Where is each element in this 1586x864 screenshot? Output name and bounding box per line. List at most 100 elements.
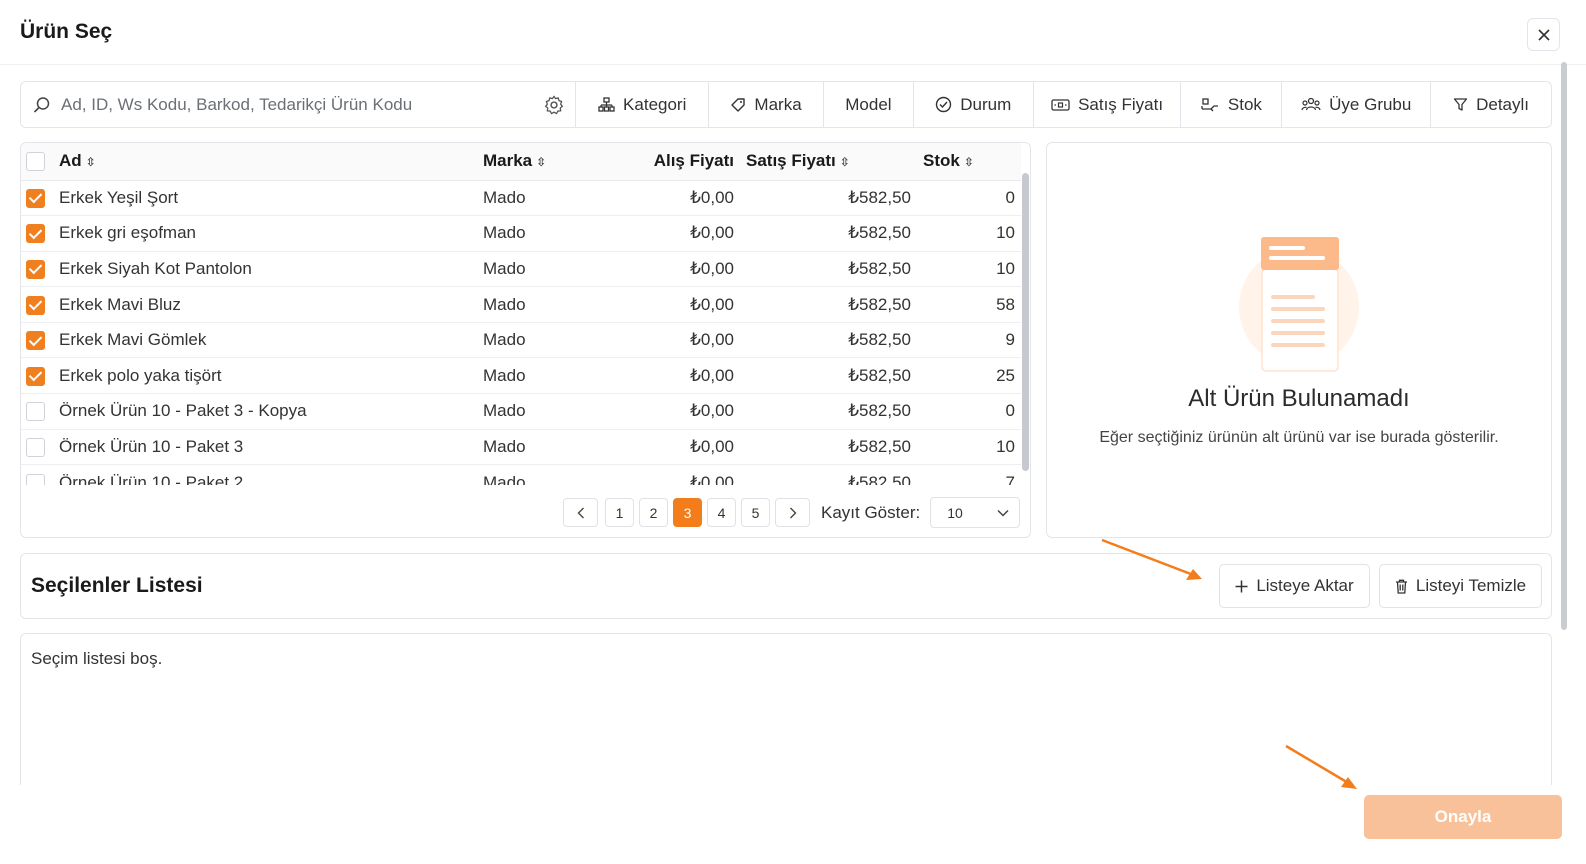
cell-marka: Mado <box>477 286 604 323</box>
row-checkbox[interactable] <box>26 402 45 422</box>
column-header-ad[interactable]: Ad ⇳ <box>53 143 477 181</box>
row-checkbox-cell <box>21 286 53 323</box>
selected-list-header: Seçilenler Listesi Listeye Aktar Listeyi… <box>20 553 1552 619</box>
product-table-viewport[interactable]: Ad ⇳ Marka ⇳ Alış Fiyatı Satış Fiyatı ⇳ Sto… <box>21 143 1021 485</box>
cell-alis-fiyati: ₺0,00 <box>604 357 740 395</box>
plus-icon <box>1235 580 1248 592</box>
records-per-page-label: Kayıt Göster: <box>821 502 921 522</box>
column-header-marka[interactable]: Marka ⇳ <box>477 143 604 181</box>
cell-marka: Mado <box>477 357 604 395</box>
filter-model-label: Model <box>845 94 892 114</box>
table-row[interactable]: Örnek Ürün 10 - Paket 2 Mado ₺0,00 ₺582,50 7 <box>21 464 1021 485</box>
search-input[interactable] <box>61 94 544 115</box>
column-header-satis-fiyati[interactable]: Satış Fiyatı ⇳ <box>740 143 917 181</box>
row-checkbox-cell <box>21 357 53 395</box>
cell-alis-fiyati: ₺0,00 <box>604 322 740 359</box>
empty-selection-message: Seçim listesi boş. <box>31 649 163 668</box>
column-header-alis-fiyati: Alış Fiyatı <box>604 143 740 181</box>
cell-alis-fiyati: ₺0,00 <box>604 429 740 466</box>
row-checkbox[interactable] <box>26 295 45 315</box>
filter-satis-fiyati[interactable]: Satış Fiyatı <box>1034 82 1182 127</box>
table-row[interactable]: Erkek Mavi Gömlek Mado ₺0,00 ₺582,50 9 <box>21 322 1021 359</box>
column-header-stok-label: Stok <box>923 151 960 171</box>
page-button-4[interactable]: 4 <box>707 498 736 527</box>
page-button-2[interactable]: 2 <box>639 498 668 527</box>
records-per-page-select[interactable]: 10 <box>930 497 1021 528</box>
table-row[interactable]: Erkek Siyah Kot Pantolon Mado ₺0,00 ₺582,50… <box>21 251 1021 288</box>
close-icon <box>1537 28 1550 41</box>
table-row[interactable]: Örnek Ürün 10 - Paket 3 Mado ₺0,00 ₺582,50 1… <box>21 429 1021 466</box>
cell-ad: Erkek gri eşofman <box>53 215 477 252</box>
table-row[interactable]: Erkek gri eşofman Mado ₺0,00 ₺582,50 10 <box>21 215 1021 252</box>
table-row[interactable]: Erkek polo yaka tişört Mado ₺0,00 ₺582,50 25 <box>21 357 1021 395</box>
filter-model[interactable]: Model <box>824 82 914 127</box>
row-checkbox-cell <box>21 393 53 430</box>
column-header-alis-label: Alış Fiyatı <box>653 151 734 171</box>
cell-satis-fiyati: ₺582,50 <box>740 429 917 466</box>
table-row[interactable]: Erkek Yeşil Şort Mado ₺0,00 ₺582,50 0 <box>21 180 1021 217</box>
row-checkbox-cell <box>21 180 53 217</box>
sub-product-panel: Alt Ürün Bulunamadı Eğer seçtiğiniz ürün… <box>1046 142 1552 538</box>
filter-marka-label: Marka <box>754 94 802 114</box>
chevron-down-icon <box>997 509 1009 517</box>
gear-icon[interactable] <box>543 94 565 116</box>
users-icon <box>1301 97 1321 111</box>
filter-durum[interactable]: Durum <box>914 82 1034 127</box>
page-button-5[interactable]: 5 <box>741 498 770 527</box>
add-to-list-button[interactable]: Listeye Aktar <box>1219 564 1370 608</box>
select-all-checkbox[interactable] <box>26 152 45 172</box>
modal-scrollbar[interactable] <box>1561 62 1567 630</box>
table-row[interactable]: Erkek Mavi Bluz Mado ₺0,00 ₺582,50 58 <box>21 286 1021 323</box>
cell-alis-fiyati: ₺0,00 <box>604 251 740 288</box>
cell-stok: 10 <box>917 429 1021 466</box>
cell-satis-fiyati: ₺582,50 <box>740 251 917 288</box>
cell-ad: Örnek Ürün 10 - Paket 2 <box>53 464 477 485</box>
check-circle-icon <box>936 96 952 113</box>
row-checkbox[interactable] <box>26 331 45 351</box>
cell-alis-fiyati: ₺0,00 <box>604 393 740 430</box>
page-button-3[interactable]: 3 <box>673 498 702 527</box>
filter-kategori[interactable]: Kategori <box>576 82 710 127</box>
cell-satis-fiyati: ₺582,50 <box>740 357 917 395</box>
row-checkbox[interactable] <box>26 366 45 386</box>
filter-kategori-label: Kategori <box>623 94 687 114</box>
cell-alis-fiyati: ₺0,00 <box>604 180 740 217</box>
money-icon <box>1051 98 1070 111</box>
confirm-button[interactable]: Onayla <box>1364 795 1562 839</box>
prev-page-button[interactable] <box>563 498 598 527</box>
tag-icon <box>731 97 746 112</box>
selected-list-title: Seçilenler Listesi <box>31 574 203 597</box>
page-button-1[interactable]: 1 <box>605 498 634 527</box>
next-page-button[interactable] <box>775 498 810 527</box>
table-row[interactable]: Örnek Ürün 10 - Paket 3 - Kopya Mado ₺0,00… <box>21 393 1021 430</box>
filter-stok[interactable]: Stok <box>1181 82 1283 127</box>
sort-icon: ⇳ <box>839 155 850 170</box>
clear-list-button[interactable]: Listeyi Temizle <box>1379 564 1542 608</box>
cell-stok: 58 <box>917 286 1021 323</box>
cell-stok: 10 <box>917 215 1021 252</box>
filter-stok-label: Stok <box>1227 94 1262 114</box>
filter-detayli[interactable]: Detaylı <box>1431 82 1551 127</box>
table-scrollbar[interactable] <box>1022 173 1029 471</box>
row-checkbox[interactable] <box>26 259 45 279</box>
close-button[interactable] <box>1527 18 1560 51</box>
cell-alis-fiyati: ₺0,00 <box>604 215 740 252</box>
row-checkbox-cell <box>21 464 53 485</box>
cell-marka: Mado <box>477 251 604 288</box>
cell-stok: 25 <box>917 357 1021 395</box>
cell-satis-fiyati: ₺582,50 <box>740 180 917 217</box>
cell-alis-fiyati: ₺0,00 <box>604 464 740 485</box>
cell-satis-fiyati: ₺582,50 <box>740 286 917 323</box>
column-header-stok[interactable]: Stok ⇳ <box>917 143 1021 181</box>
row-checkbox-cell <box>21 322 53 359</box>
filter-marka[interactable]: Marka <box>709 82 824 127</box>
row-checkbox[interactable] <box>26 473 45 485</box>
filter-uye-grubu[interactable]: Üye Grubu <box>1282 82 1432 127</box>
cell-ad: Örnek Ürün 10 - Paket 3 - Kopya <box>53 393 477 430</box>
row-checkbox[interactable] <box>26 437 45 457</box>
cell-marka: Mado <box>477 464 604 485</box>
cell-stok: 9 <box>917 322 1021 359</box>
filter-bar: Kategori Marka Model Durum Satış Fiyatı … <box>20 81 1552 128</box>
row-checkbox[interactable] <box>26 224 45 244</box>
row-checkbox[interactable] <box>26 188 45 208</box>
